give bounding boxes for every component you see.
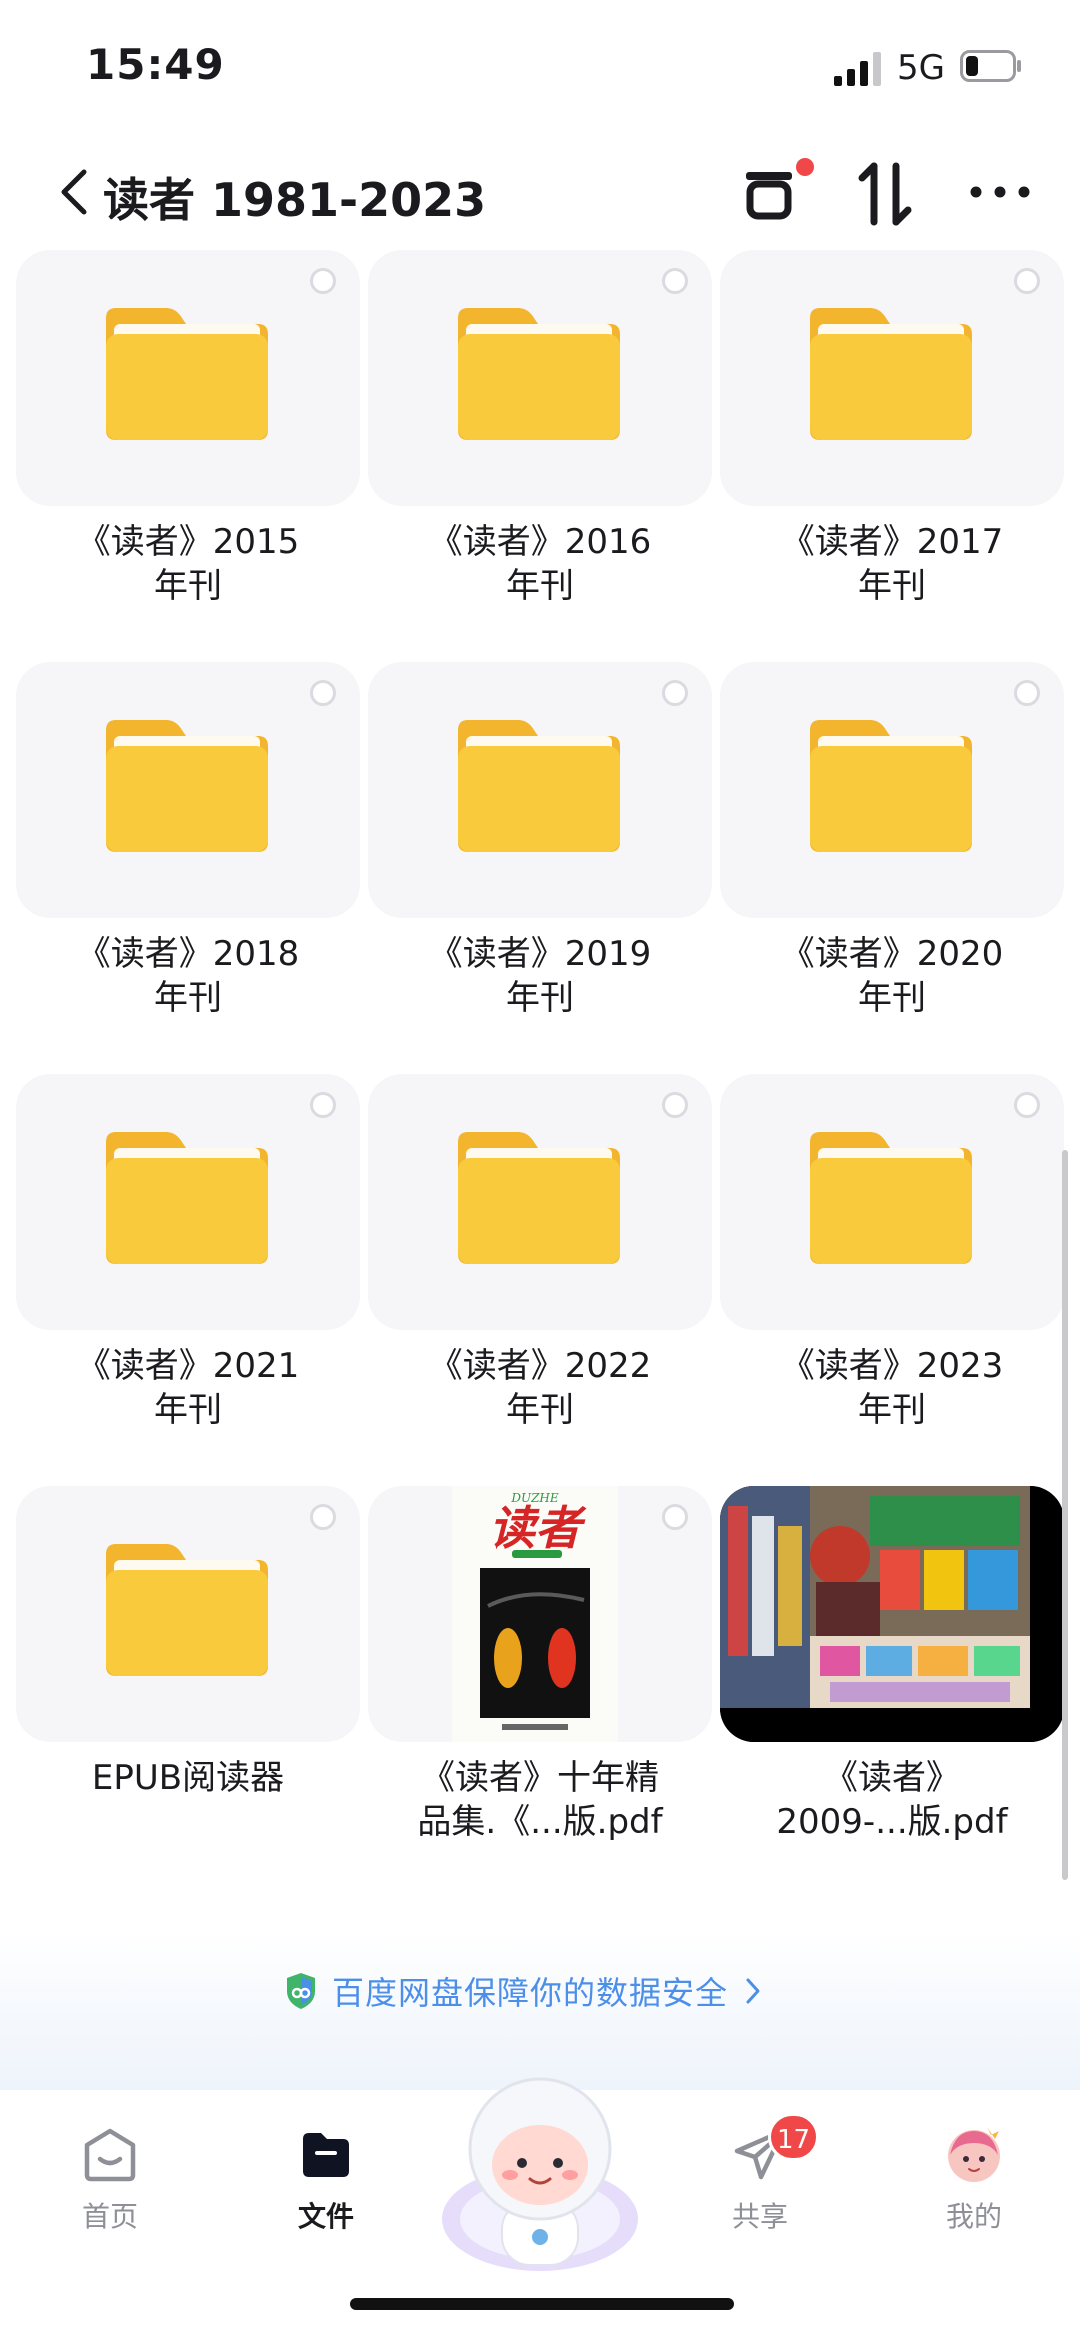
item-name: 《读者》2022 年刊 [428, 1346, 652, 1430]
tab-label: 我的 [945, 2200, 1002, 2233]
tab-home[interactable]: 首页 [40, 2125, 180, 2235]
folder-icon [810, 720, 972, 852]
home-indicator[interactable] [350, 2298, 734, 2310]
item-name: 《读者》2019 年刊 [428, 934, 652, 1018]
select-radio[interactable] [310, 1504, 336, 1530]
select-radio[interactable] [662, 1092, 688, 1118]
item-name: EPUB阅读器 [91, 1758, 285, 1798]
folder-tile[interactable] [720, 662, 1064, 918]
newsstand-photo [720, 1486, 1064, 1742]
banner-text: 百度网盘保障你的数据安全 [332, 1974, 729, 2012]
shield-icon [287, 1973, 315, 2009]
select-radio[interactable] [662, 680, 688, 706]
select-radio[interactable] [662, 268, 688, 294]
share-badge: 17 [768, 2113, 820, 2161]
security-banner[interactable]: 百度网盘保障你的数据安全 [0, 1930, 1080, 2090]
page-title: 读者 1981-2023 [103, 173, 487, 227]
status-time: 15:49 [86, 40, 225, 89]
book-cover-thumbnail: DUZHE 读者 [452, 1486, 618, 1742]
folder-icon [303, 2133, 349, 2177]
select-radio[interactable] [1014, 680, 1040, 706]
item-name: 《读者》2020 年刊 [780, 934, 1004, 1018]
folder-icon [810, 308, 972, 440]
tab-label: 首页 [81, 2200, 138, 2233]
pdf-thumbnail-tile[interactable]: DUZHE 读者 [368, 1486, 712, 1742]
battery-icon [960, 50, 1021, 82]
folder-icon [106, 720, 268, 852]
scrollbar[interactable] [1062, 1150, 1068, 1880]
tab-label: 文件 [297, 2200, 354, 2233]
home-icon [84, 2128, 136, 2182]
more-icon[interactable] [968, 180, 1032, 204]
assistant-mascot-icon[interactable] [440, 2069, 640, 2279]
folder-icon [106, 1544, 268, 1676]
item-name: 《读者》2021 年刊 [76, 1346, 300, 1430]
folder-tile[interactable] [368, 250, 712, 506]
folder-tile[interactable] [16, 1074, 360, 1330]
item-name: 《读者》 2009-...版.pdf [776, 1758, 1008, 1842]
folder-icon [106, 1132, 268, 1264]
tab-files[interactable]: 文件 [256, 2125, 396, 2235]
folder-icon [458, 1132, 620, 1264]
select-radio[interactable] [662, 1504, 688, 1530]
tab-label: 共享 [731, 2200, 788, 2233]
select-radio[interactable] [1014, 268, 1040, 294]
select-radio[interactable] [310, 680, 336, 706]
notification-dot [796, 158, 814, 176]
folder-icon [106, 308, 268, 440]
folder-icon [810, 1132, 972, 1264]
folder-icon [458, 720, 620, 852]
item-name: 《读者》2023 年刊 [780, 1346, 1004, 1430]
nav-header: 读者 1981-2023 [0, 140, 1080, 250]
folder-icon [458, 308, 620, 440]
select-radio[interactable] [310, 1092, 336, 1118]
folder-tile[interactable] [368, 662, 712, 918]
status-bar: 15:49 5G [0, 0, 1080, 140]
select-radio[interactable] [1014, 1092, 1040, 1118]
avatar-icon [948, 2127, 1000, 2182]
select-radio[interactable] [310, 268, 336, 294]
svg-text:读者: 读者 [489, 1501, 587, 1555]
folder-tile[interactable] [16, 662, 360, 918]
photo-thumbnail-tile[interactable] [720, 1486, 1064, 1742]
item-name: 《读者》十年精 品集.《...版.pdf [417, 1758, 663, 1842]
folder-tile[interactable] [16, 250, 360, 506]
signal-icon [834, 52, 881, 86]
sort-icon[interactable] [856, 160, 916, 228]
tab-share[interactable]: 17 共享 [690, 2113, 830, 2235]
item-name: 《读者》2015 年刊 [76, 522, 300, 606]
item-name: 《读者》2016 年刊 [428, 522, 652, 606]
folder-tile[interactable] [720, 250, 1064, 506]
network-type: 5G [897, 48, 945, 88]
item-name: 《读者》2018 年刊 [76, 934, 300, 1018]
folder-tile[interactable] [720, 1074, 1064, 1330]
folder-tile[interactable] [368, 1074, 712, 1330]
chevron-left-icon[interactable] [56, 164, 92, 220]
chevron-right-icon [746, 1978, 760, 2004]
tab-profile[interactable]: 我的 [904, 2125, 1044, 2235]
folder-tile[interactable] [16, 1486, 360, 1742]
item-name: 《读者》2017 年刊 [780, 522, 1004, 606]
